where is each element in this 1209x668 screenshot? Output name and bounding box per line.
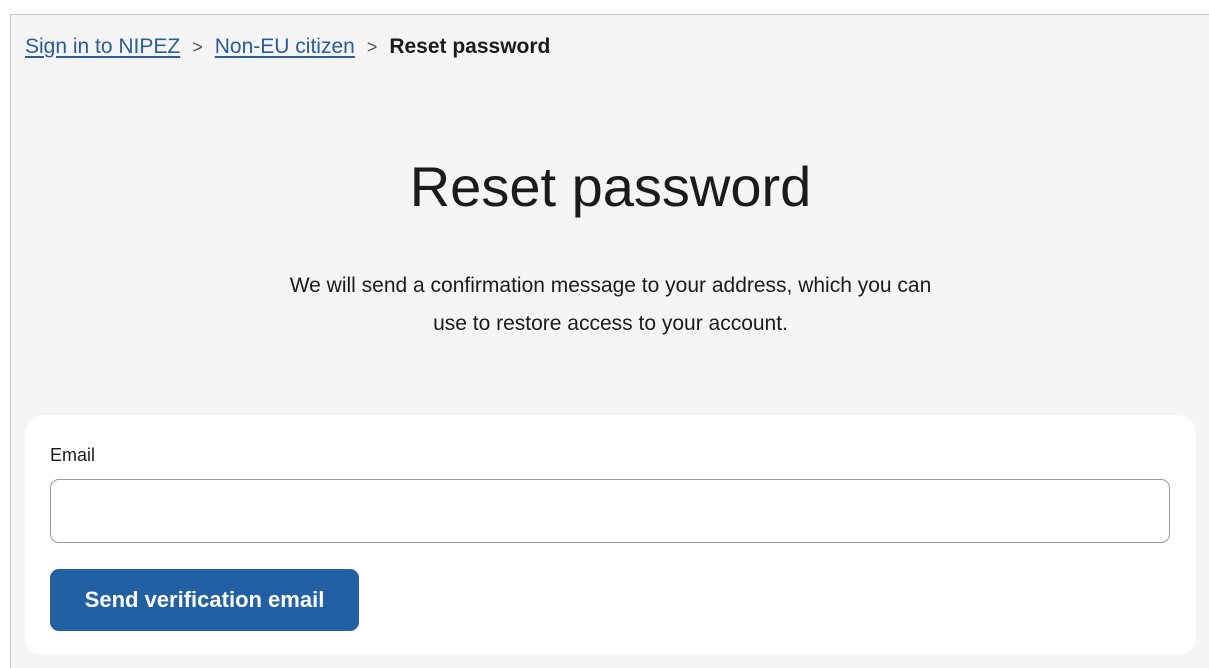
page-title: Reset password [409,155,812,218]
email-label: Email [50,445,96,465]
breadcrumb: Sign in to NIPEZ > Non-EU citizen > Reset pa… [25,33,550,61]
breadcrumb-separator-icon: > [192,37,203,57]
breadcrumb-link-sign-in[interactable]: Sign in to NIPEZ [25,35,180,58]
reset-form-card: Email Send verification email [25,415,1196,655]
description-line: We will send a confirmation message to y… [289,274,932,297]
breadcrumb-current: Reset password [389,35,551,58]
email-input[interactable] [50,479,1170,543]
send-verification-email-button[interactable]: Send verification email [50,569,359,631]
breadcrumb-link-non-eu-citizen[interactable]: Non-EU citizen [215,35,355,58]
page-container: Sign in to NIPEZ > Non-EU citizen > Reset pa… [10,14,1209,668]
description-line: use to restore access to your account. [433,312,788,335]
page-description: We will send a confirmation message to y… [11,267,1209,343]
breadcrumb-separator-icon: > [366,37,378,57]
